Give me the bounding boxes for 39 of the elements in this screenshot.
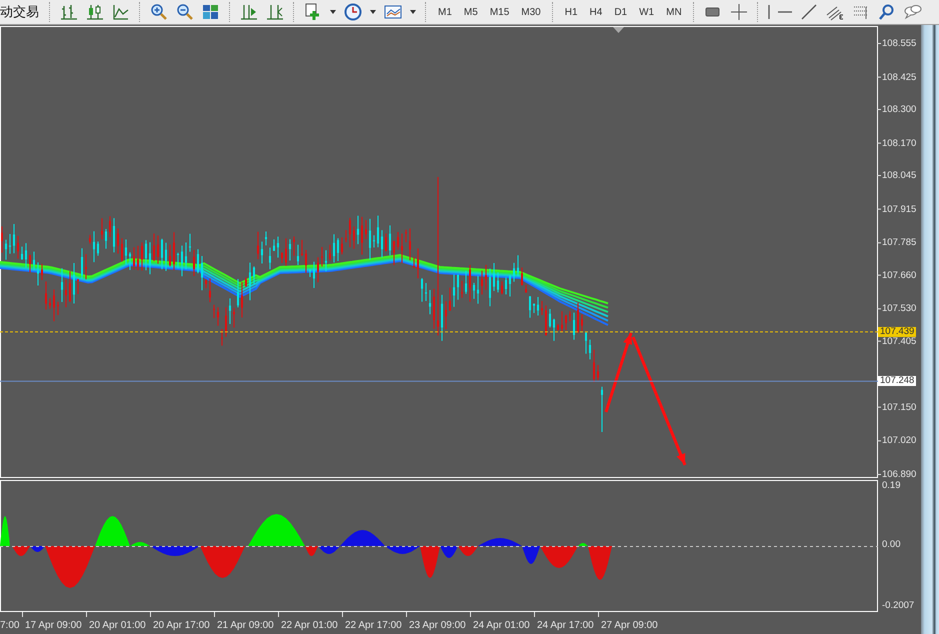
timeframe-button[interactable]: H4 xyxy=(584,1,608,23)
price-axis-label: 107.660 xyxy=(882,270,916,281)
timeframe-button[interactable]: M15 xyxy=(484,1,514,23)
timeframe-button[interactable]: MN xyxy=(661,1,687,23)
timeframe-button[interactable]: M1 xyxy=(433,1,457,23)
price-axis-label: 107.150 xyxy=(882,402,916,413)
time-axis-label: 24 Apr 17:00 xyxy=(537,620,594,632)
auto-trading-button[interactable]: 动交易 xyxy=(0,1,43,23)
indicator-axis-label: -0.2007 xyxy=(882,601,914,611)
time-axis-label: 17 Apr 09:00 xyxy=(25,620,82,632)
time-axis-label: 27 Apr 09:00 xyxy=(601,620,658,632)
indicator-axis-label: 0.00 xyxy=(882,540,900,550)
timeframe-button[interactable]: W1 xyxy=(634,1,660,23)
timeframe-button[interactable]: D1 xyxy=(609,1,632,23)
time-axis-label: 20 Apr 17:00 xyxy=(153,620,210,632)
price-axis-label: 108.045 xyxy=(882,171,916,182)
price-marker-label: 107.439 xyxy=(878,326,916,337)
price-axis-label: 107.530 xyxy=(882,304,916,314)
timeframe-button[interactable]: H1 xyxy=(560,1,583,23)
time-axis-label: 23 Apr 09:00 xyxy=(409,620,466,632)
time-axis-label: 20 Apr 01:00 xyxy=(89,620,146,632)
price-axis-label: 108.300 xyxy=(882,105,916,115)
time-axis-label: 22 Apr 17:00 xyxy=(345,620,402,632)
indicator-axis-label: 0.19 xyxy=(882,481,900,491)
price-axis-label: 107.785 xyxy=(882,238,916,248)
timeframe-button[interactable]: M30 xyxy=(516,1,546,23)
time-axis-label: 7:00 xyxy=(0,620,20,632)
price-axis-label: 106.890 xyxy=(882,470,916,480)
time-axis-label: 21 Apr 09:00 xyxy=(217,620,274,632)
price-axis-label: 108.425 xyxy=(882,72,916,83)
price-axis-label: 108.555 xyxy=(882,39,916,49)
time-axis-label: 24 Apr 01:00 xyxy=(473,620,530,632)
price-marker-label: 107.248 xyxy=(878,376,916,386)
price-axis-label: 107.020 xyxy=(882,436,916,446)
price-axis-label: 108.170 xyxy=(882,138,916,149)
price-axis-label: 107.915 xyxy=(882,204,916,215)
price-axis-label: 107.405 xyxy=(882,336,916,347)
time-axis-label: 22 Apr 01:00 xyxy=(281,620,338,632)
timeframe-button[interactable]: M5 xyxy=(458,1,483,23)
